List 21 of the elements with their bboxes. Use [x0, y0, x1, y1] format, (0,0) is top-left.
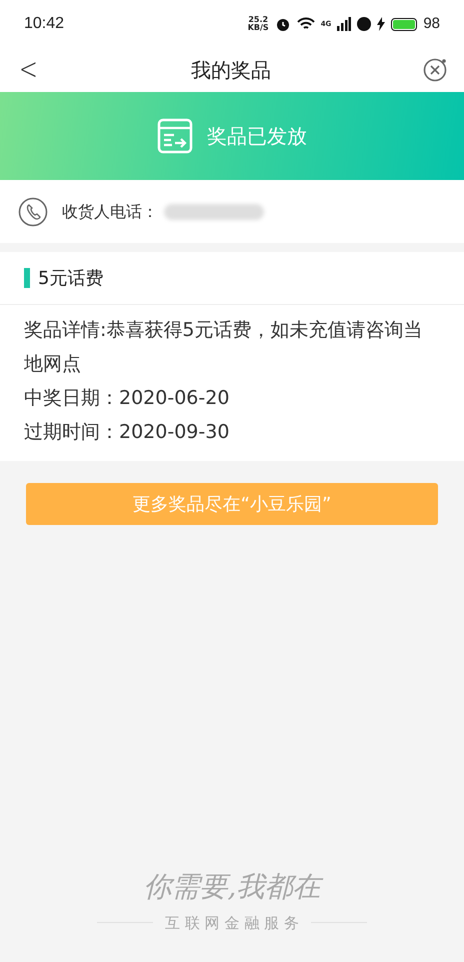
tagline: 互 联 网 金 融 服 务 [165, 912, 299, 934]
delivery-box-icon [157, 118, 193, 154]
net-speed: 25.2 KB/S [248, 16, 269, 32]
phone-icon [18, 196, 48, 226]
accent-bar [24, 268, 30, 288]
charging-icon [377, 17, 386, 31]
prize-detail: 过期时间：2020-09-30 [24, 420, 230, 445]
wifi-icon [296, 17, 315, 31]
prize-name: 5元话费 [38, 266, 104, 290]
signal-icon [337, 17, 352, 31]
battery-icon [391, 18, 418, 30]
prize-detail: 奖品详情:恭喜获得5元话费，如未充值请咨询当地网点 [24, 318, 424, 377]
recipient-phone-label: 收货人电话： [62, 200, 158, 222]
back-button[interactable]: < [19, 55, 37, 85]
battery-percent: 98 [423, 14, 440, 34]
banner-text: 奖品已发放 [207, 123, 307, 150]
status-time: 10:42 [24, 14, 64, 34]
page-title: 我的奖品 [191, 57, 271, 84]
alarm-icon [274, 16, 291, 32]
close-icon[interactable] [422, 57, 448, 83]
prize-detail: 中奖日期：2020-06-20 [24, 386, 230, 411]
